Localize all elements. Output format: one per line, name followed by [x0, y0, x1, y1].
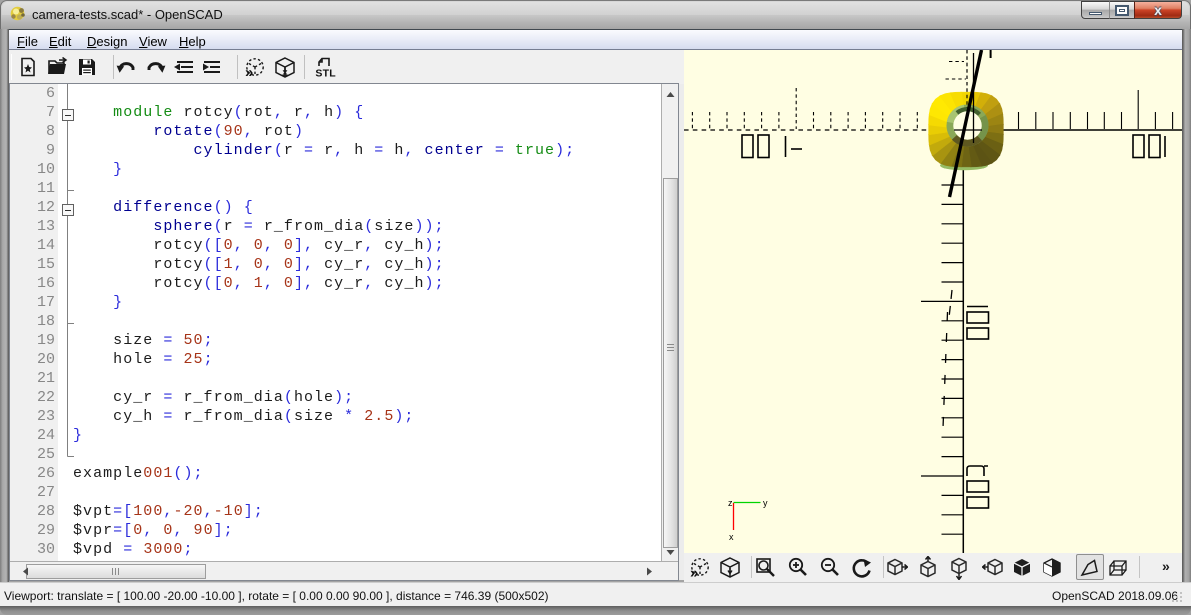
svg-text:»: »: [690, 565, 698, 581]
svg-text:z: z: [728, 498, 733, 508]
svg-text:»: »: [245, 64, 253, 79]
svg-text:STL: STL: [315, 68, 336, 80]
svg-text:y: y: [763, 498, 768, 508]
svg-text:x: x: [729, 532, 734, 542]
